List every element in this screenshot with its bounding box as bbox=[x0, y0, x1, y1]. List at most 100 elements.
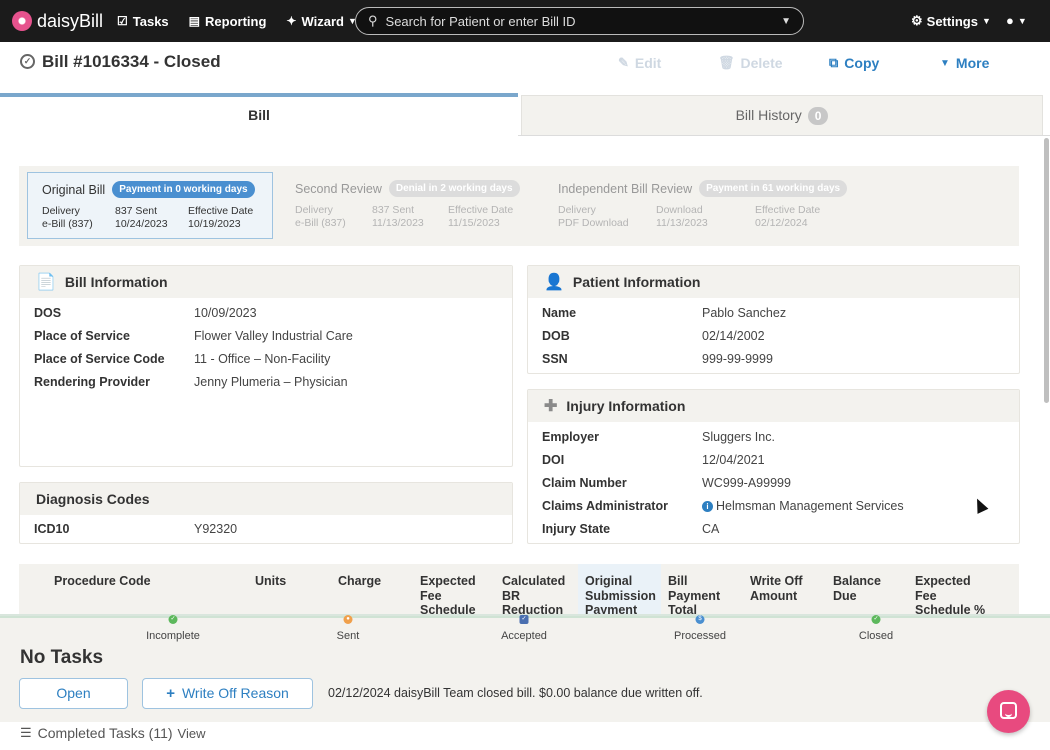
col-value: PDF Download bbox=[558, 217, 629, 229]
review-ibr-title: Independent Bill Review bbox=[558, 181, 693, 196]
field-value: Jenny Plumeria – Physician bbox=[194, 375, 348, 389]
edit-label: Edit bbox=[634, 55, 662, 71]
copy-icon: ⧉ bbox=[829, 55, 839, 70]
col-header-original-submission-payment[interactable]: Original Submission Payment bbox=[578, 564, 661, 616]
completed-tasks-toggle[interactable]: ☰ Completed Tasks (11) View bbox=[20, 725, 205, 741]
col-value: 11/15/2023 bbox=[448, 217, 500, 229]
open-button[interactable]: Open bbox=[19, 678, 128, 709]
place-of-service-row: Place of Service Flower Valley Industria… bbox=[34, 329, 353, 343]
field-value: 02/14/2002 bbox=[702, 329, 765, 343]
plus-icon: + bbox=[166, 685, 175, 702]
page-title: Bill #1016334 - Closed bbox=[42, 52, 221, 71]
bandage-icon: ✚ bbox=[544, 398, 558, 415]
edit-button[interactable]: ✎ Edit bbox=[618, 55, 661, 71]
chevron-down-icon[interactable]: ▼ bbox=[781, 16, 791, 27]
nav-wizard-label: Wizard bbox=[301, 13, 344, 29]
col-header-bill-payment-total[interactable]: Bill Payment Total bbox=[668, 574, 740, 616]
dos-row: DOS 10/09/2023 bbox=[34, 306, 257, 320]
nav-tasks[interactable]: ☑ Tasks bbox=[117, 14, 169, 29]
review-second[interactable]: Second Review Denial in 2 working days D… bbox=[281, 172, 531, 239]
settings-menu[interactable]: ⚙ Settings ▼ bbox=[911, 13, 991, 29]
logo-text: daisyBill bbox=[37, 10, 104, 31]
col-header-expected-fee-schedule-pct[interactable]: Expected Fee Schedule % bbox=[915, 574, 995, 616]
col-value: 02/12/2024 bbox=[755, 217, 808, 229]
tab-bar: Bill Bill History 0 bbox=[0, 93, 1050, 136]
trash-icon: 🗑 bbox=[718, 55, 735, 70]
review-ibr[interactable]: Independent Bill Review Payment in 61 wo… bbox=[544, 172, 864, 239]
col-label: Effective Date bbox=[755, 204, 821, 216]
card-header: 👤 Patient Information bbox=[528, 266, 1019, 298]
field-value: 12/04/2021 bbox=[702, 453, 765, 467]
view-link[interactable]: View bbox=[178, 726, 206, 741]
tab-bill-history[interactable]: Bill History 0 bbox=[521, 95, 1043, 136]
col-header-procedure-code[interactable]: Procedure Code bbox=[54, 574, 244, 589]
col-header-units[interactable]: Units bbox=[255, 574, 315, 589]
progress-step-incomplete: Incomplete bbox=[146, 630, 200, 642]
magic-wand-icon: ✦ bbox=[286, 14, 297, 28]
chevron-down-icon: ▼ bbox=[981, 16, 991, 26]
rendering-provider-row: Rendering Provider Jenny Plumeria – Phys… bbox=[34, 375, 348, 389]
scrollbar[interactable] bbox=[1044, 138, 1049, 403]
col-label: Delivery bbox=[295, 204, 333, 216]
col-header-balance-due[interactable]: Balance Due bbox=[833, 574, 905, 603]
field-label: Injury State bbox=[542, 522, 611, 536]
nav-wizard[interactable]: ✦ Wizard ▼ bbox=[286, 14, 356, 29]
card-header: ✚ Injury Information bbox=[528, 390, 1019, 422]
field-value: 10/09/2023 bbox=[194, 306, 257, 320]
progress-step-accepted: Accepted bbox=[501, 630, 547, 642]
field-label: DOS bbox=[34, 306, 62, 320]
delete-label: Delete bbox=[740, 55, 783, 71]
chat-button[interactable] bbox=[987, 690, 1030, 733]
tab-bill[interactable]: Bill bbox=[0, 93, 518, 136]
user-menu[interactable]: ● ▼ bbox=[1006, 13, 1027, 28]
status-badge: Denial in 2 working days bbox=[388, 180, 520, 197]
task-note: 02/12/2024 daisyBill Team closed bill. $… bbox=[328, 686, 703, 700]
tasks-panel: ✓ Incomplete ● Sent ✓ Accepted $ Process… bbox=[0, 614, 1050, 722]
col-header-charge[interactable]: Charge bbox=[338, 574, 408, 589]
more-button[interactable]: ▼ More bbox=[940, 55, 989, 71]
review-original[interactable]: Original Bill Payment in 0 working days … bbox=[27, 172, 273, 239]
search-input[interactable]: ⚲ Search for Patient or enter Bill ID ▼ bbox=[355, 7, 804, 35]
more-label: More bbox=[955, 55, 990, 71]
check-circle-icon: ✓ bbox=[20, 54, 35, 69]
delete-button[interactable]: 🗑 Delete bbox=[718, 55, 783, 71]
field-value: CA bbox=[702, 522, 720, 536]
copy-label: Copy bbox=[844, 55, 880, 71]
completed-tasks-label: Completed Tasks (11) bbox=[37, 725, 173, 741]
dollar-document-icon: 📄 bbox=[36, 274, 56, 291]
copy-button[interactable]: ⧉ Copy bbox=[829, 55, 879, 71]
card-header: 📄 Bill Information bbox=[20, 266, 512, 298]
card-title: Bill Information bbox=[64, 274, 168, 290]
write-off-reason-button[interactable]: + Write Off Reason bbox=[142, 678, 313, 709]
review-ibr-header: Independent Bill Review Payment in 61 wo… bbox=[558, 180, 848, 197]
icd10-row: ICD10 Y92320 bbox=[34, 522, 237, 536]
col-header-expected-fee-schedule[interactable]: Expected Fee Schedule bbox=[420, 574, 492, 616]
review-original-header: Original Bill Payment in 0 working days bbox=[42, 181, 255, 198]
card-title: Injury Information bbox=[566, 398, 686, 414]
logo[interactable]: daisyBill bbox=[12, 11, 107, 32]
progress-step-sent: Sent bbox=[336, 630, 360, 642]
ssn-row: SSN 999-99-9999 bbox=[542, 352, 773, 366]
review-second-delivery: Delivery e-Bill (837) bbox=[295, 204, 346, 230]
title-bar: ✓ Bill #1016334 - Closed ✎ Edit 🗑 Delete… bbox=[0, 42, 1050, 92]
patient-icon: 👤 bbox=[544, 274, 564, 291]
top-nav: daisyBill ☑ Tasks ▤ Reporting ✦ Wizard ▼… bbox=[0, 0, 1050, 42]
status-badge: Payment in 61 working days bbox=[699, 180, 848, 197]
col-value: 10/24/2023 bbox=[115, 218, 168, 230]
chat-icon bbox=[1000, 702, 1017, 719]
check-icon: ✓ bbox=[871, 615, 881, 624]
col-header-calculated-br-reduction[interactable]: Calculated BR Reduction bbox=[502, 574, 574, 616]
nav-reporting[interactable]: ▤ Reporting bbox=[189, 14, 267, 29]
claims-administrator-link[interactable]: i Helmsman Management Services bbox=[702, 499, 904, 513]
accepted-check-icon: ✓ bbox=[519, 615, 529, 624]
col-header-write-off-amount[interactable]: Write Off Amount bbox=[750, 574, 822, 603]
dob-row: DOB 02/14/2002 bbox=[542, 329, 765, 343]
tab-divider bbox=[518, 135, 1050, 136]
col-label: Delivery bbox=[558, 204, 596, 216]
review-original-delivery: Delivery e-Bill (837) bbox=[42, 205, 93, 231]
claim-number-row: Claim Number WC999-A99999 bbox=[542, 476, 791, 490]
review-strip: Original Bill Payment in 0 working days … bbox=[19, 166, 1019, 246]
clock-icon: ● bbox=[343, 615, 353, 624]
col-label: 837 Sent bbox=[372, 204, 415, 216]
review-original-title: Original Bill bbox=[42, 182, 106, 197]
